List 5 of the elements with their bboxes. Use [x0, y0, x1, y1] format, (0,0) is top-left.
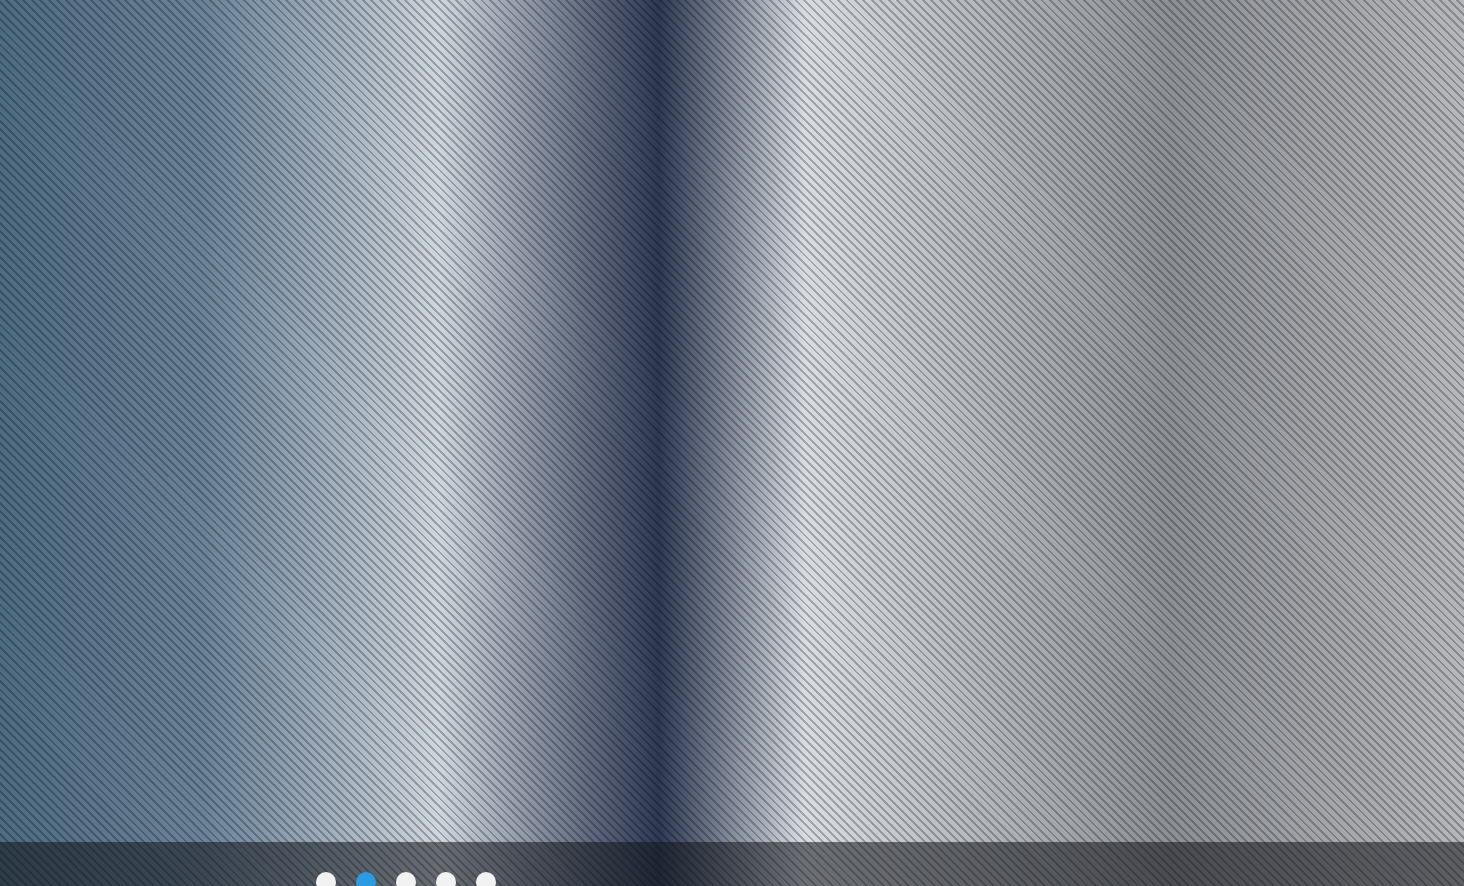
- slide-dot[interactable]: [356, 872, 376, 886]
- slide-dot[interactable]: [396, 872, 416, 886]
- slide-dot[interactable]: [316, 872, 336, 886]
- slide-dot[interactable]: [476, 872, 496, 886]
- slide-dot[interactable]: [436, 872, 456, 886]
